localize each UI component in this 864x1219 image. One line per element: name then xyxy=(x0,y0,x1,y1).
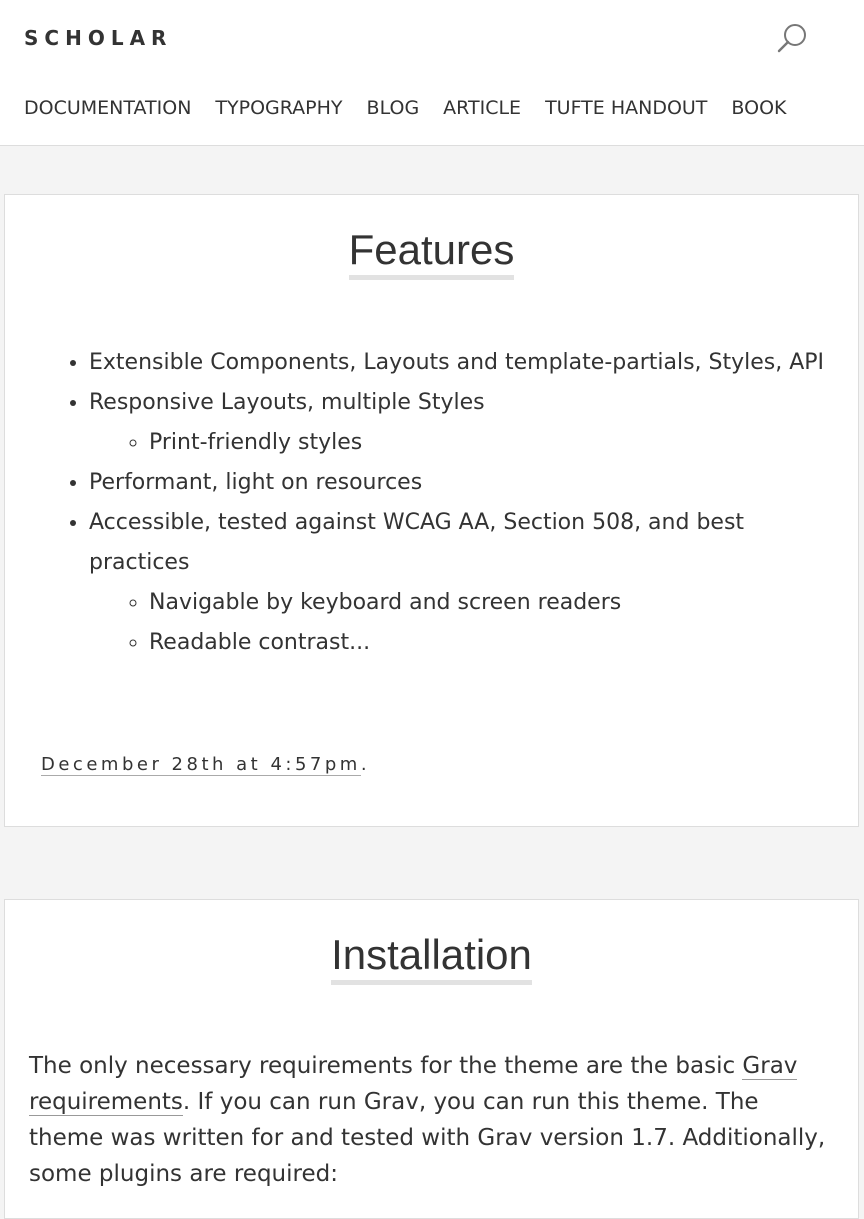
site-header: SCHOLAR DOCUMENTATION TYPOGRAPHY BLOG AR… xyxy=(0,0,864,146)
post-timestamp: December 28th at 4:57pm. xyxy=(41,754,371,776)
nav-documentation[interactable]: DOCUMENTATION xyxy=(24,97,191,119)
nav-typography[interactable]: TYPOGRAPHY xyxy=(215,97,342,119)
list-item: Responsive Layouts, multiple Styles Prin… xyxy=(89,383,838,463)
installation-text: The only necessary requirements for the … xyxy=(29,1053,826,1187)
nav-blog[interactable]: BLOG xyxy=(367,97,420,119)
list-item: Extensible Components, Layouts and templ… xyxy=(89,343,838,383)
list-item: Performant, light on resources xyxy=(89,463,838,503)
list-item: Navigable by keyboard and screen readers xyxy=(149,583,838,623)
installation-title: Installation xyxy=(5,930,858,986)
list-item: Readable contrast... xyxy=(149,623,838,663)
list-item: Print-friendly styles xyxy=(149,423,838,463)
search-button[interactable] xyxy=(772,18,812,58)
timestamp-link[interactable]: December 28th at 4:57pm xyxy=(41,754,361,776)
features-card: Features Extensible Components, Layouts … xyxy=(4,194,859,827)
features-list: Extensible Components, Layouts and templ… xyxy=(49,343,838,663)
site-logo[interactable]: SCHOLAR xyxy=(24,26,172,50)
main-nav: DOCUMENTATION TYPOGRAPHY BLOG ARTICLE TU… xyxy=(24,97,787,119)
search-icon xyxy=(777,24,806,53)
features-title: Features xyxy=(5,225,858,281)
nav-article[interactable]: ARTICLE xyxy=(443,97,521,119)
installation-card: Installation The only necessary requirem… xyxy=(4,899,859,1219)
nav-tufte-handout[interactable]: TUFTE HANDOUT xyxy=(545,97,707,119)
list-item: Accessible, tested against WCAG AA, Sect… xyxy=(89,503,838,663)
nav-book[interactable]: BOOK xyxy=(731,97,786,119)
